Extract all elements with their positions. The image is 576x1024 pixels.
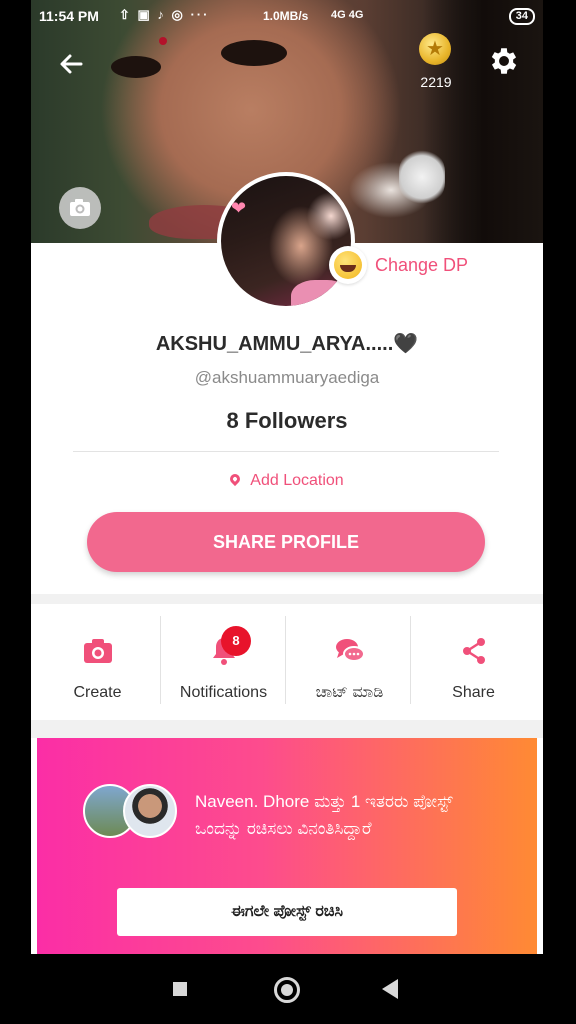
status-time: 11:54 PM	[39, 8, 99, 24]
android-nav-bar	[0, 954, 576, 1024]
section-separator	[31, 720, 543, 738]
change-dp-button[interactable]: Change DP	[329, 246, 468, 284]
back-arrow-icon[interactable]	[55, 48, 87, 80]
status-signal: 4G 4G	[331, 9, 364, 21]
coin-icon[interactable]: ★	[419, 33, 451, 65]
requester-avatar	[123, 784, 177, 838]
cover-eye-right	[221, 40, 287, 66]
profile-screen: 11:54 PM ⇧ ▣ ♪ ◎ ··· 1.0MB/s 4G 4G 34 ★ …	[31, 0, 543, 1024]
create-action[interactable]: Create	[35, 604, 160, 720]
post-request-banner: Naveen. Dhore ಮತ್ತು 1 ಇತರರು ಪೋಸ್ಟ್ ಒಂದನ್…	[37, 738, 537, 954]
notification-badge: 8	[221, 626, 251, 656]
avatar-outfit	[291, 280, 351, 306]
back-triangle-icon[interactable]	[382, 979, 398, 999]
left-letterbox	[0, 0, 31, 1024]
coin-count: 2219	[420, 74, 452, 90]
cover-earring	[399, 150, 445, 204]
profile-display-name: AKSHU_AMMU_ARYA.....🖤	[155, 333, 419, 355]
cover-camera-button[interactable]	[59, 187, 101, 229]
camera-icon	[70, 199, 90, 216]
share-action[interactable]: Share	[411, 604, 536, 720]
camera-icon	[83, 639, 112, 663]
avatar-heart-icon: ❤	[231, 198, 247, 218]
add-location-label: Add Location	[250, 472, 344, 489]
status-bar: 11:54 PM ⇧ ▣ ♪ ◎ ··· 1.0MB/s 4G 4G 34	[31, 0, 543, 32]
cover-bindi	[159, 37, 167, 45]
status-battery: 34	[508, 8, 535, 25]
profile-handle: @akshuammuaryaediga	[194, 368, 380, 387]
home-icon[interactable]	[274, 977, 300, 1003]
add-location-link[interactable]: Add Location	[31, 471, 543, 490]
followers-count[interactable]: 8 Followers	[31, 408, 543, 434]
location-pin-icon	[228, 471, 243, 487]
right-letterbox	[543, 0, 576, 1024]
create-label: Create	[73, 684, 122, 701]
change-dp-label: Change DP	[375, 254, 469, 275]
status-network-speed: 1.0MB/s	[263, 9, 309, 23]
share-label: Share	[452, 684, 495, 701]
post-request-message: Naveen. Dhore ಮತ್ತು 1 ಇತರರು ಪೋಸ್ಟ್ ಒಂದನ್…	[195, 792, 453, 838]
chat-label: ಚಾಟ್ ಮಾಡಿ	[315, 684, 384, 701]
notifications-label: Notifications	[179, 684, 268, 701]
action-divider	[285, 616, 286, 704]
status-notification-icons: ⇧ ▣ ♪ ◎ ···	[119, 7, 210, 22]
settings-gear-icon[interactable]	[487, 44, 521, 78]
chat-icon	[335, 639, 365, 662]
section-separator	[31, 594, 543, 604]
recents-icon[interactable]	[173, 982, 187, 996]
cover-eye-left	[111, 56, 161, 78]
action-bar: Create Notifications 8 ಚಾಟ್ ಮಾಡಿ Share	[31, 604, 543, 720]
chat-action[interactable]: ಚಾಟ್ ಮಾಡಿ	[287, 604, 412, 720]
notifications-action[interactable]: Notifications	[161, 604, 286, 720]
smile-emoji-icon	[329, 246, 367, 284]
share-icon	[462, 638, 485, 664]
divider	[73, 451, 499, 452]
profile-avatar[interactable]: ❤	[217, 172, 355, 310]
share-profile-button[interactable]: SHARE PROFILE	[87, 512, 485, 572]
create-post-now-button[interactable]: ಈಗಲೇ ಪೋಸ್ಟ್ ರಚಿಸಿ	[117, 888, 457, 936]
